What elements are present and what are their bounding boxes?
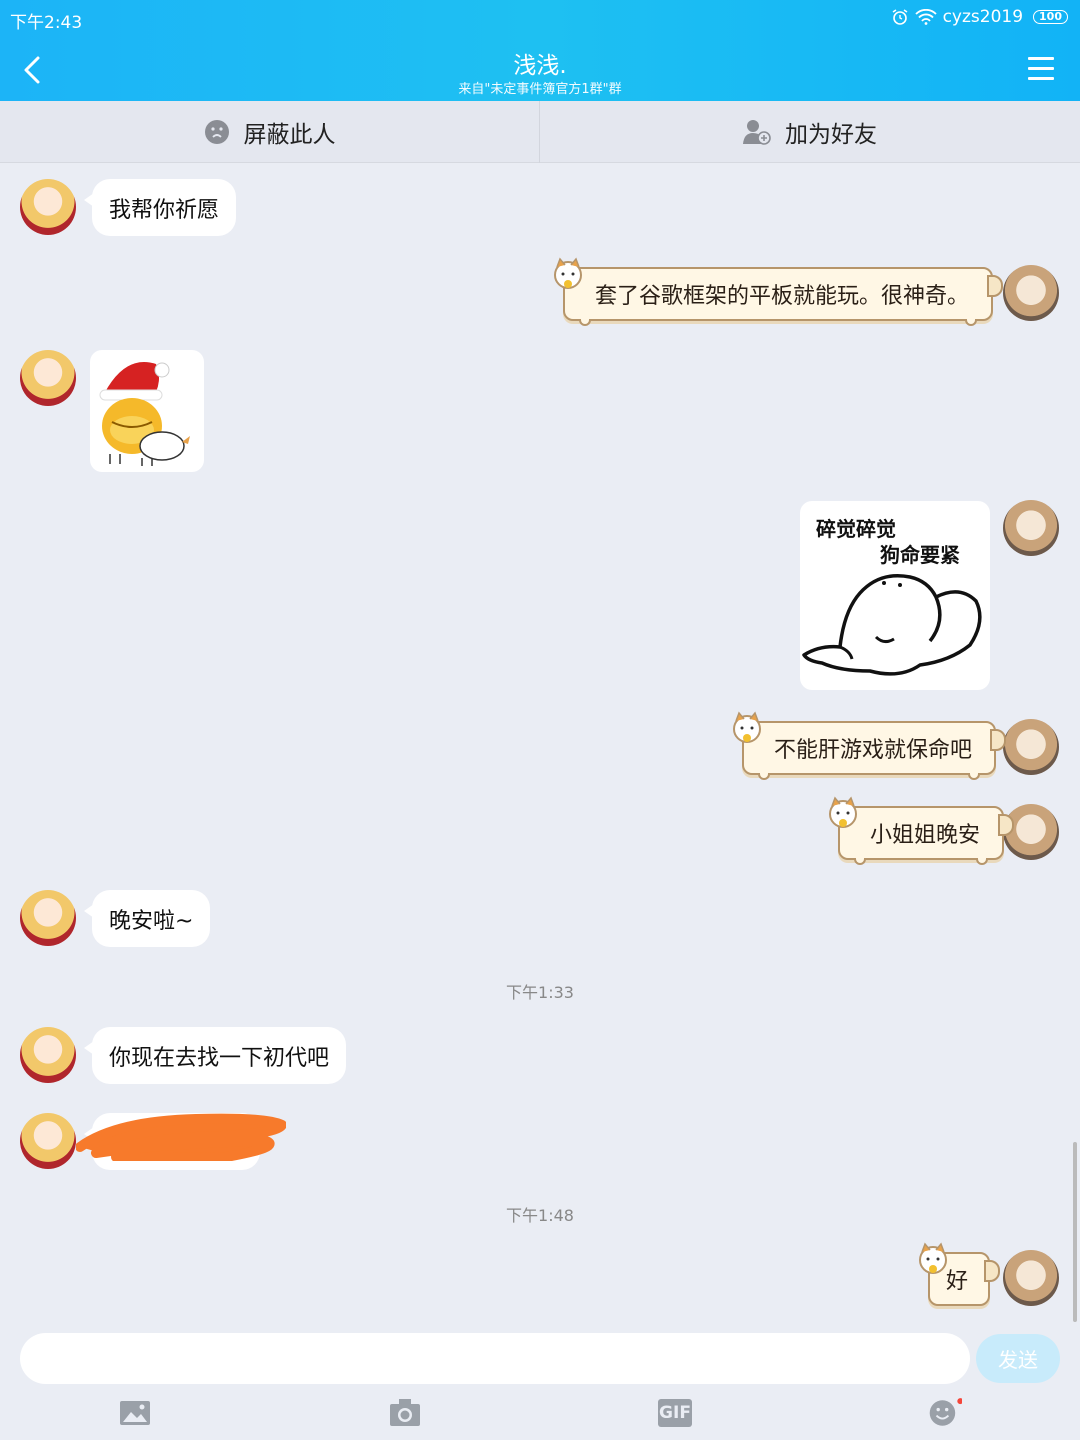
- message-text: 不能肝游戏就保命吧: [774, 738, 973, 763]
- battery-icon: 100: [1033, 10, 1068, 24]
- avatar[interactable]: [20, 179, 76, 235]
- duck-santa-hat-icon: [99, 362, 190, 466]
- message-bubble[interactable]: 我帮你祈愿: [83, 179, 237, 236]
- avatar[interactable]: [20, 350, 76, 406]
- status-icons: cyzs2019 100: [891, 7, 1068, 27]
- message-bubble[interactable]: 套了谷歌框架的平板就能玩。很神奇。: [554, 257, 1004, 326]
- status-time: 下午2:43: [10, 13, 83, 33]
- cat-decoration-icon: [554, 257, 582, 289]
- action-bar: 屏蔽此人 加为好友: [0, 101, 1080, 163]
- redaction-scribble: [76, 1113, 286, 1161]
- timestamp: 下午1:33: [506, 983, 574, 1002]
- gif-button[interactable]: GIF: [658, 1399, 692, 1427]
- timestamp: 下午1:48: [506, 1206, 574, 1225]
- add-friend-label: 加为好友: [785, 122, 877, 148]
- send-button[interactable]: 发送: [976, 1334, 1060, 1383]
- avatar[interactable]: [20, 890, 76, 946]
- emoji-icon[interactable]: [928, 1396, 962, 1430]
- image-icon[interactable]: [118, 1396, 152, 1430]
- message-bubble[interactable]: 好: [919, 1242, 1001, 1306]
- carrier-name: cyzs2019: [942, 7, 1024, 27]
- block-user-label: 屏蔽此人: [243, 122, 336, 148]
- avatar[interactable]: [20, 1027, 76, 1083]
- avatar[interactable]: [1003, 719, 1059, 775]
- sleeping-blob-icon: [802, 574, 982, 676]
- avatar[interactable]: [1003, 500, 1059, 556]
- message-text: 套了谷歌框架的平板就能玩。很神奇。: [595, 284, 970, 309]
- sticker-image[interactable]: [90, 350, 204, 472]
- cat-decoration-icon: [733, 711, 761, 743]
- wifi-icon: [914, 9, 937, 25]
- camera-icon[interactable]: [388, 1396, 422, 1430]
- cat-decoration-icon: [919, 1242, 947, 1274]
- cat-decoration-icon: [829, 796, 857, 828]
- avatar[interactable]: [1003, 265, 1059, 321]
- sticker-image[interactable]: 碎觉碎觉 狗命要紧: [800, 501, 990, 690]
- alarm-icon: [892, 9, 908, 25]
- add-friend-button[interactable]: 加为好友: [540, 101, 1080, 163]
- sticker-text: 碎觉碎觉: [816, 517, 896, 541]
- message-text: 小姐姐晚安: [870, 823, 981, 848]
- message-bubble[interactable]: 不能肝游戏就保命吧: [733, 711, 1007, 780]
- message-bubble[interactable]: 你现在去找一下初代吧: [83, 1027, 347, 1084]
- chat-title: 浅浅.: [513, 53, 567, 79]
- avatar[interactable]: [20, 1113, 76, 1169]
- chat-header: 下午2:43 cyzs2019 100 浅浅. 来自"未定事件簿官方1群"群: [0, 0, 1080, 101]
- avatar[interactable]: [1003, 1250, 1059, 1306]
- message-bubble[interactable]: 晚安啦~: [83, 890, 211, 947]
- block-icon: [204, 119, 230, 145]
- chat-subtitle: 来自"未定事件簿官方1群"群: [458, 82, 622, 97]
- message-input[interactable]: [20, 1333, 970, 1384]
- block-user-button[interactable]: 屏蔽此人: [0, 101, 540, 163]
- menu-button[interactable]: [1028, 57, 1054, 81]
- scrollbar[interactable]: [1073, 1142, 1077, 1322]
- add-friend-icon: [743, 119, 771, 145]
- message-bubble[interactable]: 小姐姐晚安: [829, 796, 1015, 865]
